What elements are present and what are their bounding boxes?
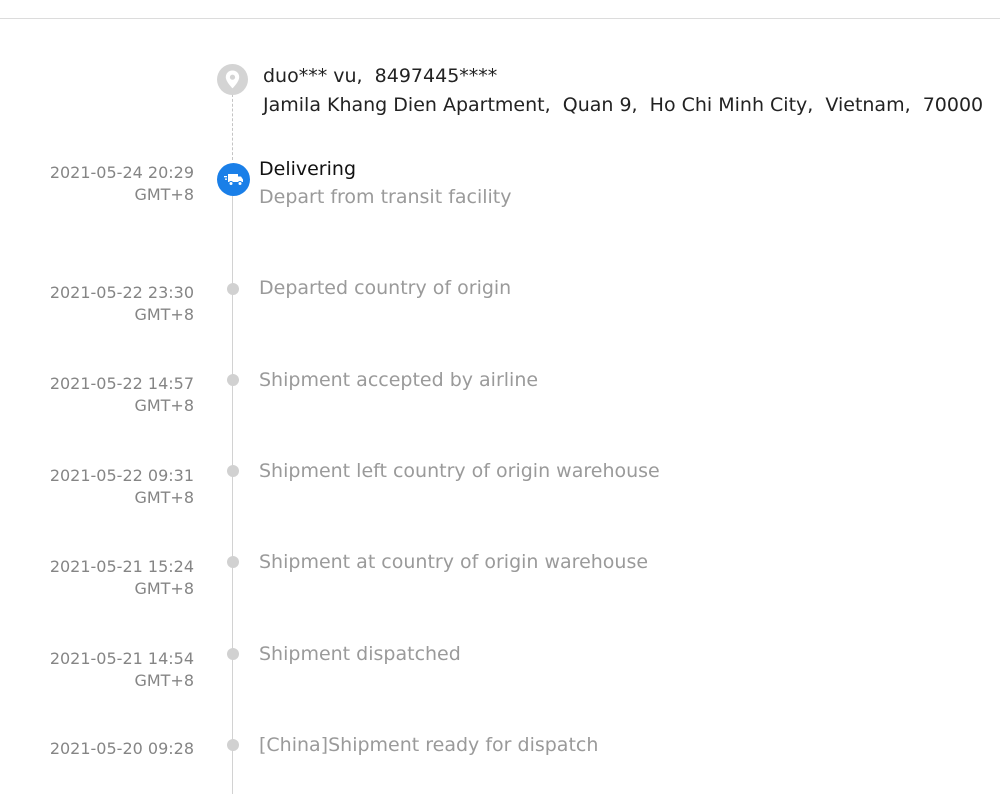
timeline-connector-dashed	[232, 94, 233, 160]
event-description: Shipment left country of origin warehous…	[259, 460, 660, 482]
timeline-dot	[227, 374, 239, 386]
event-date: 2021-05-22 23:30	[49, 283, 194, 302]
event-timezone: GMT+8	[134, 671, 194, 690]
shipping-address: Jamila Khang Dien Apartment, Quan 9, Ho …	[263, 94, 984, 116]
recipient-name-phone: duo*** vu, 8497445****	[263, 65, 498, 87]
event-description: Departed country of origin	[259, 277, 512, 299]
timeline-dot	[227, 283, 239, 295]
location-pin-icon	[217, 64, 248, 95]
timeline-dot	[227, 739, 239, 751]
event-timezone: GMT+8	[134, 305, 194, 324]
event-timestamp: 2021-05-22 23:30 GMT+8	[20, 282, 194, 326]
top-divider	[0, 18, 1000, 19]
delivery-truck-icon	[217, 163, 250, 196]
event-date: 2021-05-22 14:57	[49, 374, 194, 393]
event-description: Shipment dispatched	[259, 643, 461, 665]
event-date: 2021-05-22 09:31	[49, 466, 194, 485]
event-description: [China]Shipment ready for dispatch	[259, 734, 599, 756]
timeline-dot	[227, 465, 239, 477]
event-date: 2021-05-21 14:54	[49, 649, 194, 668]
event-timezone: GMT+8	[134, 488, 194, 507]
event-description: Shipment accepted by airline	[259, 369, 539, 391]
event-timestamp: 2021-05-21 15:24 GMT+8	[20, 556, 194, 600]
event-timezone: GMT+8	[134, 579, 194, 598]
current-event-timestamp: 2021-05-24 20:29 GMT+8	[20, 162, 194, 206]
current-status-title: Delivering	[259, 158, 357, 180]
event-date: 2021-05-24 20:29	[49, 163, 194, 182]
event-timezone: GMT+8	[134, 396, 194, 415]
event-timestamp: 2021-05-22 14:57 GMT+8	[20, 373, 194, 417]
event-timezone: GMT+8	[134, 185, 194, 204]
event-description: Shipment at country of origin warehouse	[259, 551, 649, 573]
timeline-dot	[227, 648, 239, 660]
event-timestamp: 2021-05-22 09:31 GMT+8	[20, 465, 194, 509]
event-timestamp: 2021-05-21 14:54 GMT+8	[20, 648, 194, 692]
timeline-dot	[227, 556, 239, 568]
event-date: 2021-05-20 09:28	[49, 739, 194, 758]
event-timestamp: 2021-05-20 09:28	[20, 738, 194, 760]
event-date: 2021-05-21 15:24	[49, 557, 194, 576]
current-status-detail: Depart from transit facility	[259, 186, 512, 208]
